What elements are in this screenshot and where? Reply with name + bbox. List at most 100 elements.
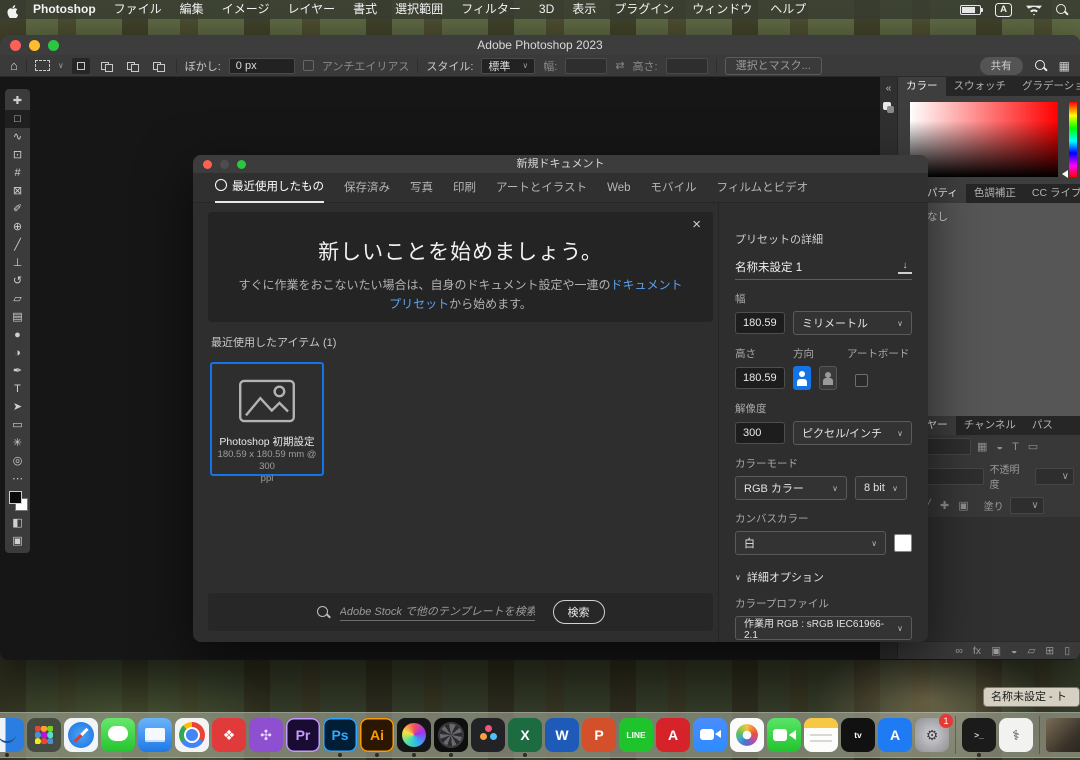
- type-tool[interactable]: T: [5, 380, 30, 398]
- tab-film[interactable]: フィルムとビデオ: [717, 174, 809, 202]
- terminal[interactable]: >_: [962, 718, 996, 752]
- edit-toolbar-icon[interactable]: ⋯: [5, 470, 30, 488]
- layer-effects-icon[interactable]: fx: [973, 645, 981, 657]
- window-titlebar[interactable]: Adobe Photoshop 2023: [0, 35, 1080, 55]
- app-store[interactable]: A: [878, 718, 912, 752]
- eraser-tool[interactable]: ▱: [5, 290, 30, 308]
- frame-tool[interactable]: ⊠: [5, 182, 30, 200]
- finder[interactable]: [0, 718, 24, 752]
- affinity-photo[interactable]: ✣: [249, 718, 283, 752]
- illustrator[interactable]: Ai: [360, 718, 394, 752]
- menu-type[interactable]: 書式: [344, 0, 386, 19]
- style-dropdown[interactable]: 標準∨: [481, 58, 535, 74]
- move-tool[interactable]: ✚: [5, 92, 30, 110]
- minimized-window[interactable]: [1046, 718, 1080, 752]
- menu-edit[interactable]: 編集: [171, 0, 213, 19]
- intersect-selection-mode-button[interactable]: [150, 58, 168, 74]
- apple-tv[interactable]: tv: [841, 718, 875, 752]
- new-layer-icon[interactable]: ⊞: [1045, 645, 1054, 657]
- shape-filter-icon[interactable]: ▭: [1028, 440, 1038, 453]
- canvas-color-dropdown[interactable]: 白∨: [735, 531, 886, 555]
- window-minimize-button[interactable]: [29, 40, 40, 51]
- menu-select[interactable]: 選択範囲: [386, 0, 452, 19]
- dodge-tool[interactable]: ◑: [5, 344, 30, 362]
- type-filter-icon[interactable]: T: [1012, 441, 1019, 453]
- diagnostics-app[interactable]: ⚕: [999, 718, 1033, 752]
- clone-stamp-tool[interactable]: ⊥: [5, 254, 30, 272]
- lasso-tool[interactable]: ∿: [5, 128, 30, 146]
- blur-tool[interactable]: ●: [5, 326, 30, 344]
- home-icon[interactable]: ⌂: [10, 58, 18, 73]
- menu-file[interactable]: ファイル: [105, 0, 171, 19]
- tab-channels[interactable]: チャンネル: [956, 416, 1024, 435]
- tab-mobile[interactable]: モバイル: [651, 174, 697, 202]
- pen-tool[interactable]: ✒: [5, 362, 30, 380]
- subtract-selection-mode-button[interactable]: [124, 58, 142, 74]
- gradient-tool[interactable]: ▤: [5, 308, 30, 326]
- swap-dimensions-icon[interactable]: ⇄: [615, 59, 624, 72]
- delete-layer-icon[interactable]: ▯: [1064, 645, 1070, 657]
- tab-recent[interactable]: 最近使用したもの: [215, 173, 324, 203]
- mail[interactable]: [138, 718, 172, 752]
- screen-mode-icon[interactable]: ▣: [5, 532, 30, 550]
- tab-photo[interactable]: 写真: [410, 174, 433, 202]
- path-selection-tool[interactable]: ➤: [5, 398, 30, 416]
- photoshop[interactable]: Ps: [323, 718, 357, 752]
- share-button[interactable]: 共有: [980, 57, 1023, 75]
- line[interactable]: LINE: [619, 718, 653, 752]
- brush-tool[interactable]: ╱: [5, 236, 30, 254]
- launchpad[interactable]: [27, 718, 61, 752]
- dock-divider[interactable]: [955, 716, 956, 754]
- messages[interactable]: [101, 718, 135, 752]
- healing-brush-tool[interactable]: ⊕: [5, 218, 30, 236]
- menu-photoshop[interactable]: Photoshop: [24, 0, 105, 19]
- antialias-checkbox[interactable]: [303, 60, 314, 71]
- new-selection-mode-button[interactable]: [72, 58, 90, 74]
- notes[interactable]: [804, 718, 838, 752]
- lock-artboard-icon[interactable]: ▣: [958, 499, 968, 512]
- tab-adjustments[interactable]: 色調補正: [966, 184, 1024, 203]
- save-preset-icon[interactable]: ↓: [898, 261, 912, 274]
- final-cut-pro[interactable]: [397, 718, 431, 752]
- new-group-icon[interactable]: ▱: [1027, 645, 1035, 657]
- menu-3d[interactable]: 3D: [530, 0, 563, 19]
- crop-tool[interactable]: #: [5, 164, 30, 182]
- menu-filter[interactable]: フィルター: [452, 0, 530, 19]
- menu-help[interactable]: ヘルプ: [761, 0, 815, 19]
- tab-swatches[interactable]: スウォッチ: [946, 77, 1015, 96]
- color-profile-dropdown[interactable]: 作業用 RGB : sRGB IEC61966-2.1∨: [735, 616, 912, 640]
- menu-view[interactable]: 表示: [563, 0, 605, 19]
- zoom-tool[interactable]: ◎: [5, 452, 30, 470]
- search-icon[interactable]: [1035, 60, 1047, 72]
- adjustment-filter-icon[interactable]: ◒: [996, 441, 1003, 453]
- spotlight-icon[interactable]: [1056, 4, 1068, 16]
- shape-tool[interactable]: ▭: [5, 416, 30, 434]
- input-source-icon[interactable]: A: [995, 3, 1012, 17]
- canvas-color-swatch[interactable]: [894, 534, 912, 552]
- marquee-tool[interactable]: □: [5, 110, 30, 128]
- select-and-mask-button[interactable]: 選択とマスク...: [725, 57, 822, 75]
- safari[interactable]: [64, 718, 98, 752]
- davinci-resolve[interactable]: [471, 718, 505, 752]
- tab-cc-libraries[interactable]: CC ライブラリ: [1024, 184, 1080, 203]
- menu-layer[interactable]: レイヤー: [278, 0, 344, 19]
- tab-web[interactable]: Web: [607, 174, 630, 202]
- layer-mask-icon[interactable]: ▣: [991, 645, 1001, 657]
- search-button[interactable]: 検索: [553, 600, 605, 624]
- hue-slider[interactable]: [1069, 102, 1077, 177]
- chrome[interactable]: [175, 718, 209, 752]
- feather-input[interactable]: [229, 58, 295, 74]
- apple-menu-icon[interactable]: [0, 2, 24, 18]
- system-settings[interactable]: ⚙1: [915, 718, 949, 752]
- powerpoint[interactable]: P: [582, 718, 616, 752]
- facetime[interactable]: [767, 718, 801, 752]
- menu-plugins[interactable]: プラグイン: [605, 0, 683, 19]
- dock-divider[interactable]: [1039, 716, 1040, 754]
- width-input[interactable]: [565, 58, 607, 74]
- compressor[interactable]: [434, 718, 468, 752]
- history-brush-tool[interactable]: ↺: [5, 272, 30, 290]
- premiere-pro[interactable]: Pr: [286, 718, 320, 752]
- zoom[interactable]: [693, 718, 727, 752]
- add-selection-mode-button[interactable]: [98, 58, 116, 74]
- recent-preset-card[interactable]: Photoshop 初期設定 180.59 x 180.59 mm @ 300 …: [210, 362, 324, 476]
